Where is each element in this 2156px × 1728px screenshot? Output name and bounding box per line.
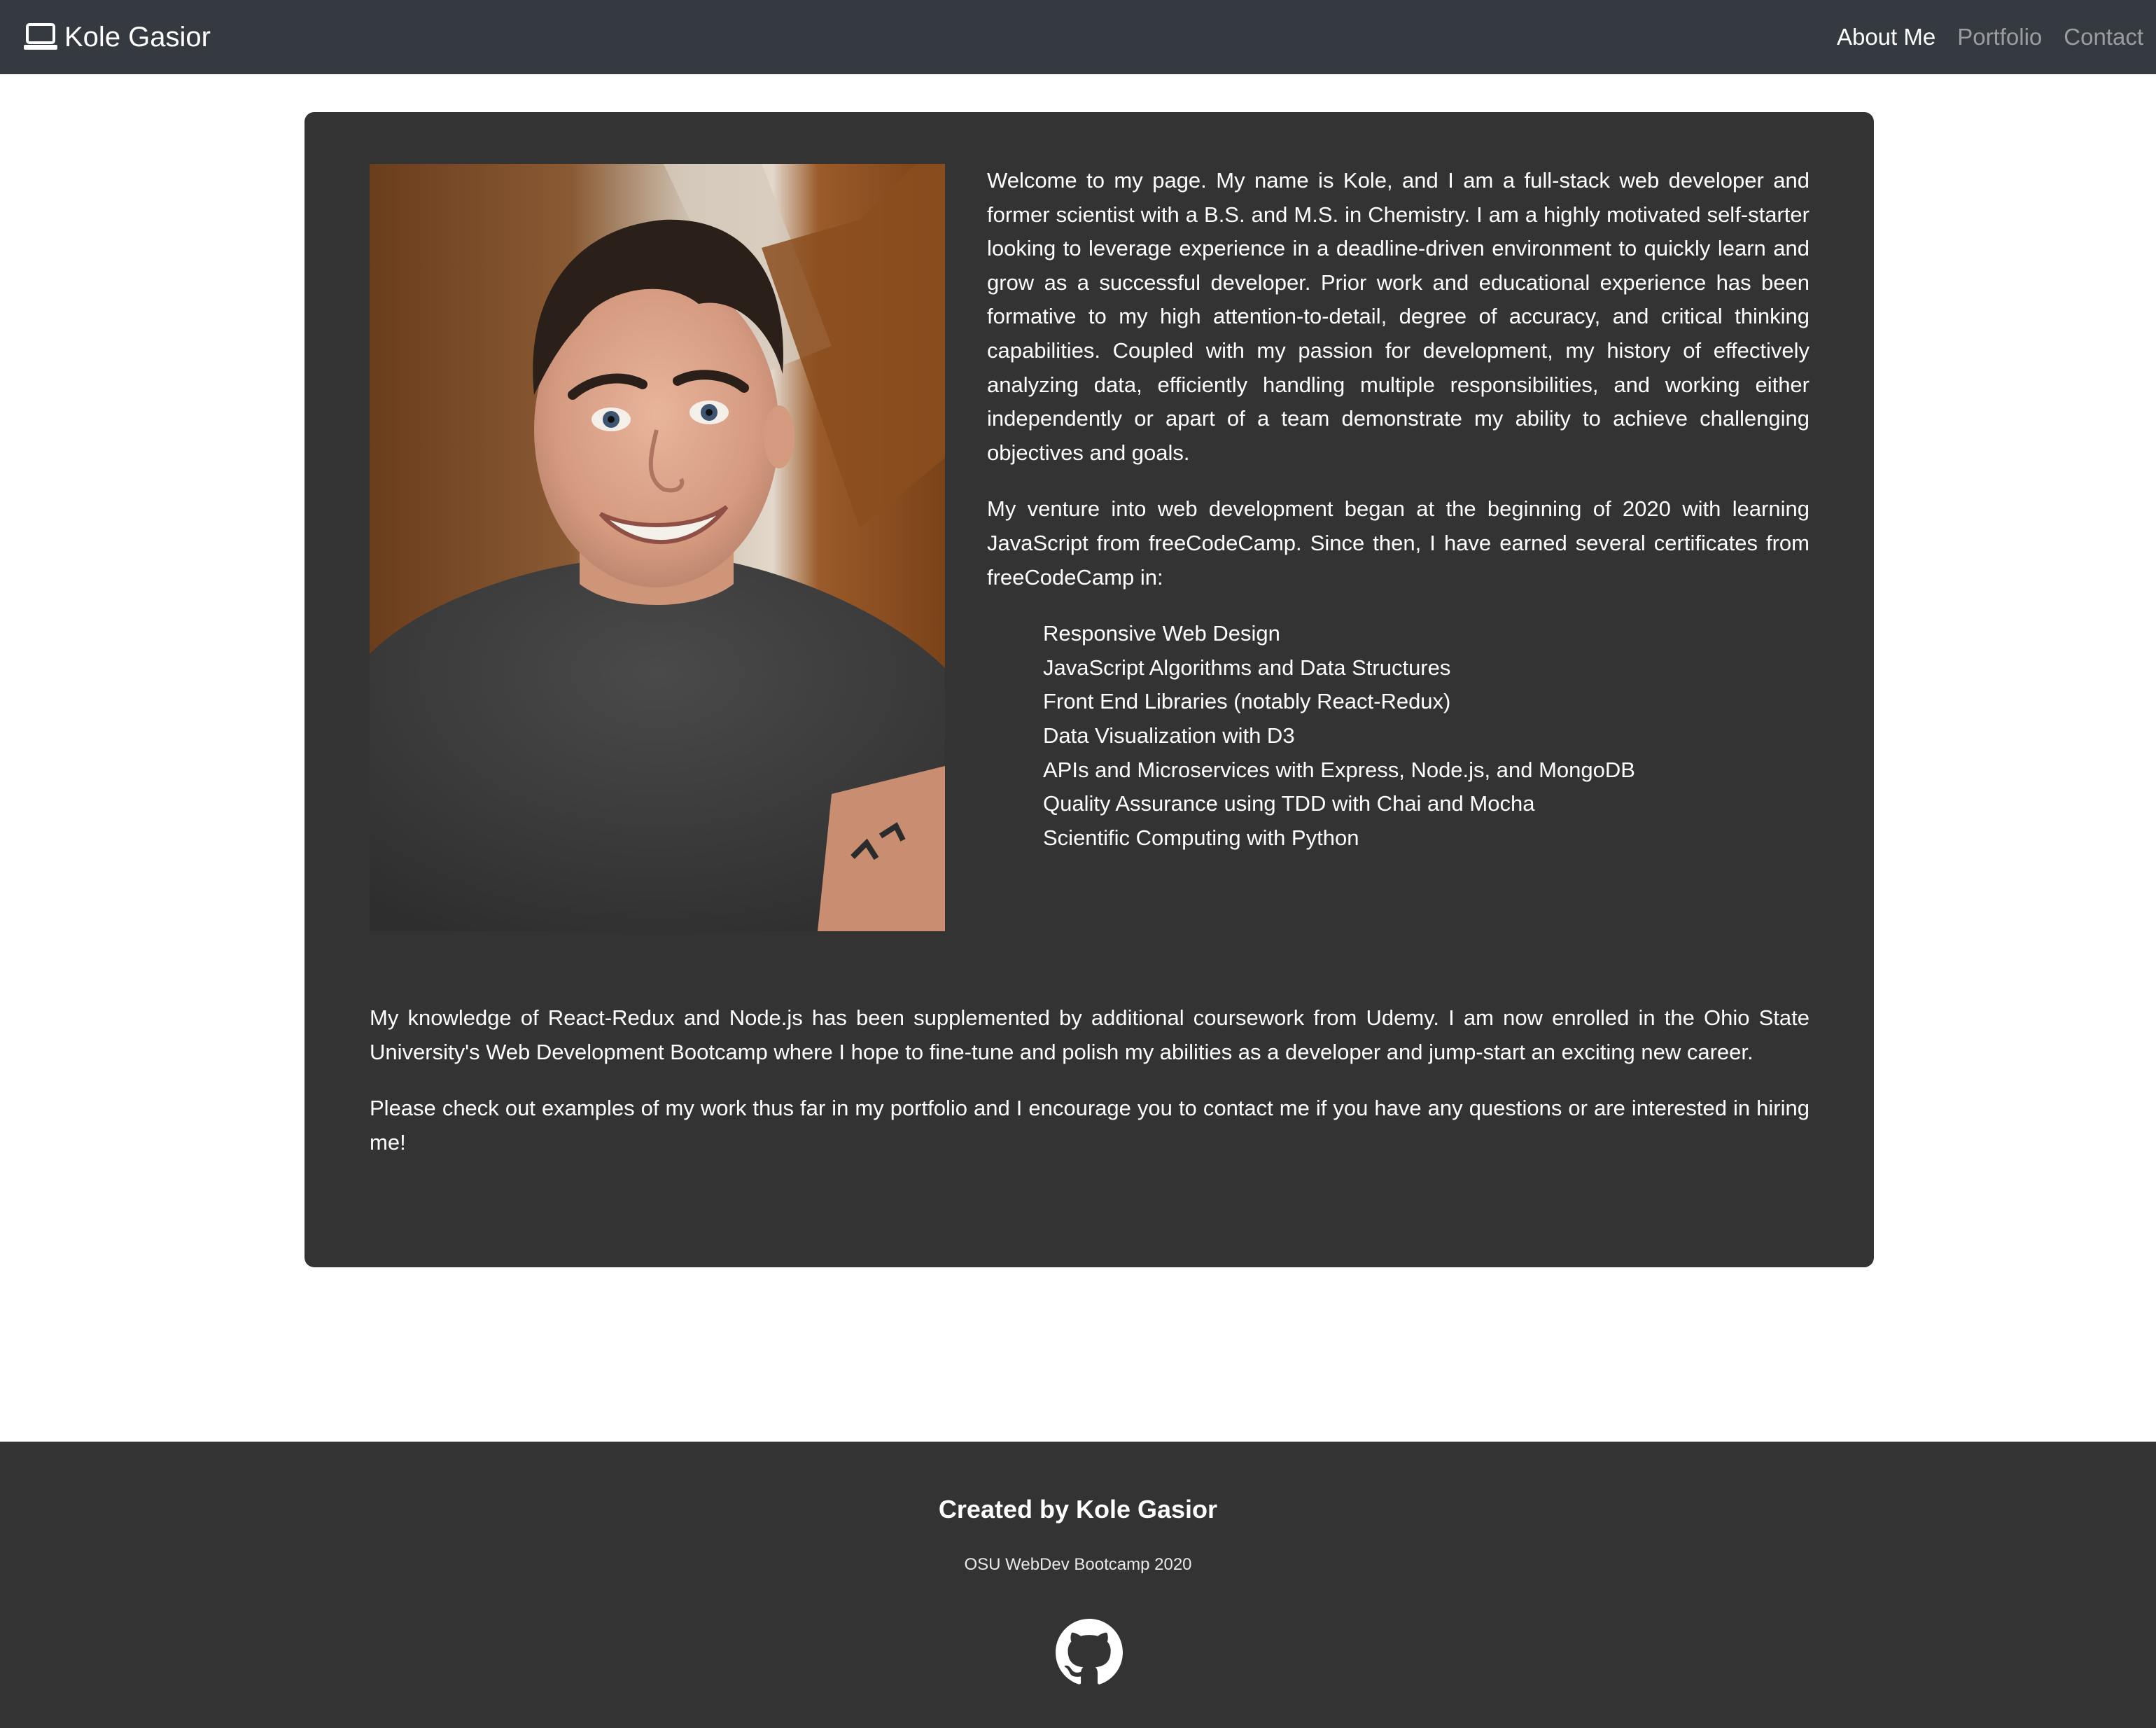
list-item: JavaScript Algorithms and Data Structure… [1043, 655, 1451, 680]
intro-paragraph: Welcome to my page. My name is Kole, and… [987, 168, 1809, 465]
intro-column: Welcome to my page. My name is Kole, and… [987, 164, 1809, 855]
bottom-text: My knowledge of React-Redux and Node.js … [370, 1001, 1809, 1182]
nav-link-contact[interactable]: Contact [2064, 24, 2143, 50]
nav-link-portfolio[interactable]: Portfolio [1957, 24, 2042, 50]
certificate-list: Responsive Web Design JavaScript Algorit… [987, 617, 1809, 855]
about-card: Welcome to my page. My name is Kole, and… [304, 112, 1874, 1267]
brand-name: Kole Gasior [64, 21, 211, 53]
knowledge-paragraph: My knowledge of React-Redux and Node.js … [370, 1005, 1809, 1064]
nav-link-about-me[interactable]: About Me [1837, 24, 1935, 50]
laptop-icon [22, 22, 59, 53]
nav-links: About Me Portfolio Contact [1815, 24, 2143, 50]
list-item: Front End Libraries (notably React-Redux… [1043, 689, 1451, 714]
navbar: Kole Gasior About Me Portfolio Contact [0, 0, 2156, 74]
portrait-photo [370, 164, 945, 931]
list-item: Responsive Web Design [1043, 621, 1280, 646]
footer-title: Created by Kole Gasior [938, 1495, 1218, 1524]
footer: Created by Kole Gasior OSU WebDev Bootca… [0, 1442, 2156, 1728]
list-item: Scientific Computing with Python [1043, 825, 1359, 850]
closing-paragraph: Please check out examples of my work thu… [370, 1096, 1809, 1155]
list-item: Data Visualization with D3 [1043, 723, 1295, 748]
list-item: Quality Assurance using TDD with Chai an… [1043, 791, 1535, 816]
github-icon[interactable] [1056, 1619, 1123, 1686]
venture-paragraph: My venture into web development began at… [987, 496, 1809, 590]
brand-link[interactable]: Kole Gasior [22, 22, 211, 53]
list-item: APIs and Microservices with Express, Nod… [1043, 757, 1635, 782]
footer-subtitle: OSU WebDev Bootcamp 2020 [964, 1555, 1192, 1574]
